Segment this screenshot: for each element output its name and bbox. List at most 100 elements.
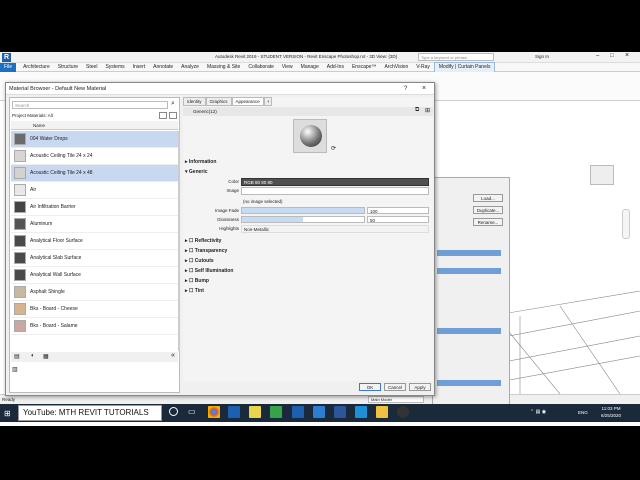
ok-button[interactable]: OK [359, 383, 381, 391]
taskbar-search-box[interactable]: YouTube: MTH REVIT TUTORIALS [18, 405, 162, 421]
material-list-item[interactable]: Asphalt Shingle [11, 284, 178, 301]
section-information[interactable]: ▸ Information [185, 159, 216, 165]
ribbon-tab[interactable]: Annotate [149, 63, 177, 72]
word-icon[interactable] [334, 406, 346, 418]
view-cube[interactable] [590, 165, 614, 185]
ribbon-tab[interactable]: ArchVision [380, 63, 412, 72]
ribbon-tab[interactable]: Enscape™ [348, 63, 380, 72]
ribbon-tab[interactable]: Modify | Curtain Panels [433, 61, 496, 73]
view-options-icon[interactable] [159, 112, 167, 119]
section-reflectivity[interactable]: ▸ ☐ Reflectivity [185, 238, 221, 244]
maximize-icon[interactable]: □ [610, 53, 614, 59]
ribbon-tab[interactable]: Steel [82, 63, 101, 72]
task-view-icon[interactable]: ▭ [188, 407, 196, 416]
section-tint[interactable]: ▸ ☐ Tint [185, 288, 204, 294]
material-list-scrollbar[interactable] [178, 131, 180, 351]
chrome-icon[interactable] [208, 406, 220, 418]
material-name: Air [30, 187, 37, 193]
steering-wheel[interactable] [622, 209, 630, 239]
section-cutouts[interactable]: ▸ ☐ Cutouts [185, 258, 214, 264]
glossiness-value[interactable]: 50 [367, 216, 429, 223]
ribbon-tab[interactable]: View [278, 63, 297, 72]
ribbon-tab[interactable]: Systems [101, 63, 128, 72]
material-name: Asphalt Shingle [30, 289, 65, 295]
tab-identity[interactable]: Identity [183, 97, 206, 106]
material-list-item[interactable]: Bks - Board - Cheese [11, 301, 178, 318]
search-icon[interactable]: ⌕ [171, 100, 175, 108]
create-material-icon[interactable]: ▤ [14, 353, 20, 360]
tab-appearance[interactable]: Appearance [231, 97, 264, 106]
ribbon-tab[interactable]: Architecture [19, 63, 54, 72]
language-indicator[interactable]: ENG [578, 410, 588, 415]
photos-icon[interactable] [249, 406, 261, 418]
file-explorer-icon[interactable] [376, 406, 388, 418]
material-list-item[interactable]: Air Infiltration Barrier [11, 199, 178, 216]
revit-taskbar-icon-2[interactable] [292, 406, 304, 418]
revit-taskbar-icon[interactable] [228, 406, 240, 418]
library-icon[interactable]: ▥ [12, 366, 18, 373]
obs-icon[interactable] [397, 406, 409, 418]
ribbon-tab[interactable]: Analyze [177, 63, 203, 72]
ribbon-tab[interactable]: Collaborate [244, 63, 278, 72]
toggle-library-icon[interactable] [169, 112, 177, 119]
duplicate-asset-icon[interactable]: ⊞ [425, 107, 430, 114]
apply-button[interactable]: Apply [409, 383, 431, 391]
help-search-input[interactable]: Type a keyword or phrase [418, 53, 494, 61]
material-list-item[interactable]: Bks - Board - Salame [11, 318, 178, 335]
asset-library-icon[interactable]: ▦ [43, 353, 49, 360]
material-list-item[interactable]: Air [11, 182, 178, 199]
sign-in-link[interactable]: Sign In [535, 54, 549, 59]
system-tray-icons[interactable]: ⌃ ▤ ◉ [530, 409, 546, 415]
ribbon-tab[interactable]: Massing & Site [203, 63, 244, 72]
section-transparency[interactable]: ▸ ☐ Transparency [185, 248, 227, 254]
maps-icon[interactable] [270, 406, 282, 418]
image-field[interactable] [241, 187, 429, 195]
section-self-illumination[interactable]: ▸ ☐ Self Illumination [185, 268, 233, 274]
material-list-item[interactable]: Acoustic Ceiling Tile 24 x 48 [11, 165, 178, 182]
add-asset-tab[interactable]: + [263, 97, 273, 106]
project-materials-filter[interactable]: Project Materials: All [12, 112, 152, 120]
load-button[interactable]: Load... [473, 194, 503, 202]
ribbon-tab[interactable]: File [0, 62, 17, 72]
collapse-panel-icon[interactable]: « [171, 352, 175, 359]
material-list-item[interactable]: Analytical Wall Surface [11, 267, 178, 284]
material-name: Analytical Floor Surface [30, 238, 83, 244]
help-button[interactable]: ? [404, 83, 407, 95]
duplicate-button[interactable]: Duplicate... [473, 206, 503, 214]
preview-options-icon[interactable]: ⟳ [331, 145, 336, 152]
cortana-icon[interactable] [169, 407, 178, 416]
revit-logo[interactable]: R [2, 53, 11, 62]
section-bump[interactable]: ▸ ☐ Bump [185, 278, 209, 284]
close-icon[interactable]: × [625, 52, 629, 59]
replace-asset-icon[interactable]: ⧉ [415, 107, 419, 114]
glossiness-slider[interactable] [241, 216, 365, 223]
ribbon-tab[interactable]: Insert [129, 63, 150, 72]
image-fade-value[interactable]: 100 [367, 207, 429, 214]
ribbon-tab[interactable]: Add-Ins [323, 63, 348, 72]
rename-button[interactable]: Rename... [473, 218, 503, 226]
image-fade-slider[interactable] [241, 207, 365, 214]
tab-graphics[interactable]: Graphics [205, 97, 232, 106]
ribbon-tab[interactable]: Manage [297, 63, 323, 72]
store-icon[interactable] [313, 406, 325, 418]
start-icon[interactable]: ⊞ [4, 409, 11, 418]
cancel-button[interactable]: Cancel [384, 383, 406, 391]
edge-icon[interactable] [355, 406, 367, 418]
minimize-icon[interactable]: – [596, 53, 599, 59]
taskbar-clock[interactable]: 11:03 PM 6/25/2020 [590, 405, 632, 422]
close-dialog-button[interactable]: × [422, 83, 426, 95]
ribbon-tab[interactable]: Structure [54, 63, 82, 72]
section-generic[interactable]: ▾ Generic [185, 169, 208, 175]
material-list-item[interactable]: Analytical Slab Surface [11, 250, 178, 267]
material-swatch-icon [14, 201, 26, 213]
color-swatch-field[interactable]: RGB 80 80 80 [241, 178, 429, 186]
material-list-item[interactable]: 004 Water Drops [11, 131, 178, 148]
material-list-item[interactable]: Aluminum [11, 216, 178, 233]
material-search-input[interactable]: Search [12, 101, 168, 109]
ribbon-tab[interactable]: V-Ray [412, 63, 434, 72]
material-list-item[interactable]: Acoustic Ceiling Tile 24 x 24 [11, 148, 178, 165]
material-list-item[interactable]: Analytical Floor Surface [11, 233, 178, 250]
open-asset-browser-icon[interactable]: ◐ [31, 353, 35, 359]
highlights-dropdown[interactable]: Non-Metallic [241, 225, 429, 233]
model-selector[interactable]: Main Model [368, 396, 424, 403]
